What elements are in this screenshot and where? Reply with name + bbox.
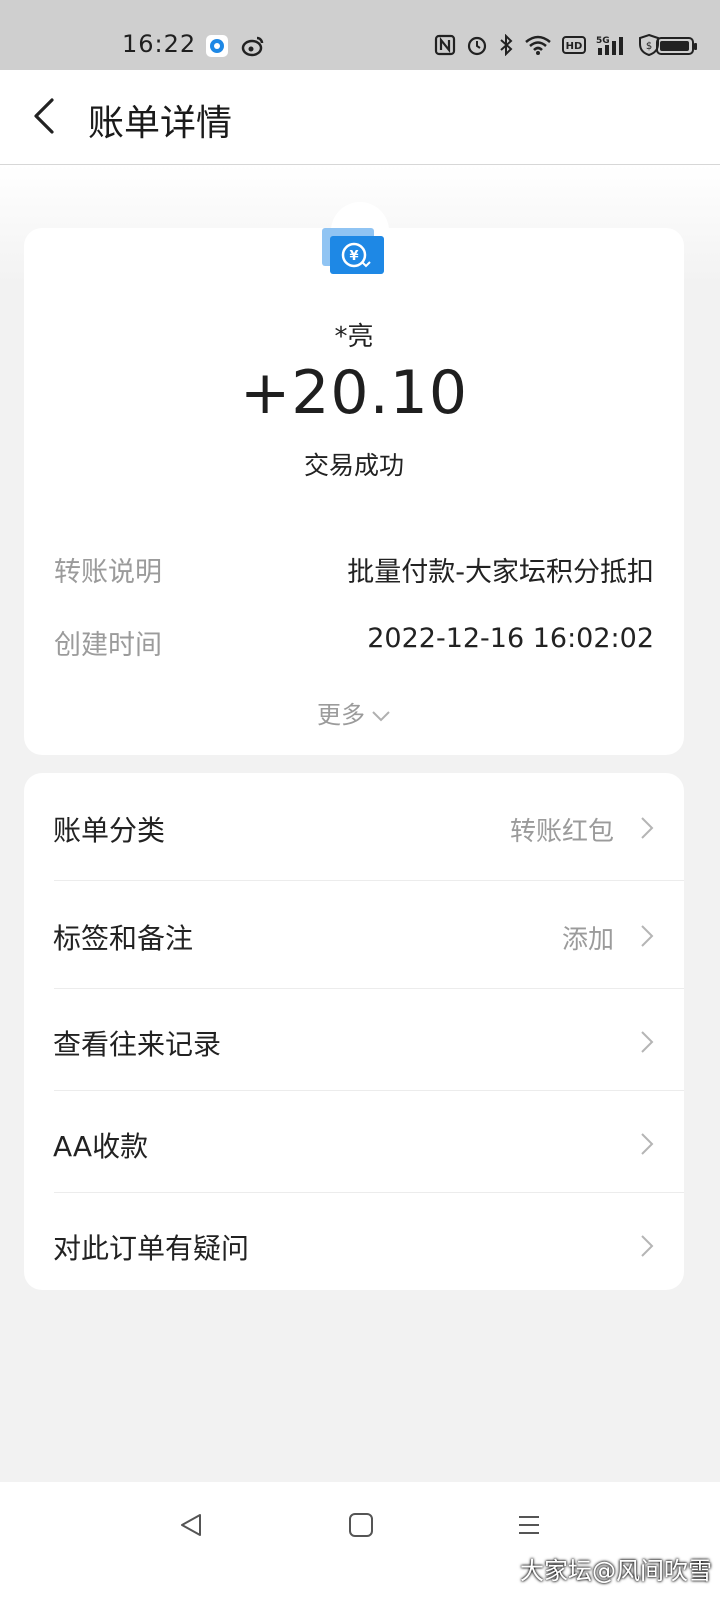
chevron-right-icon [641, 1133, 654, 1155]
action-value: 添加 [561, 925, 614, 955]
battery-icon [656, 37, 697, 55]
battery-level [660, 41, 689, 51]
row-divider [54, 1090, 684, 1091]
detail-label: 转账说明 [54, 557, 162, 588]
action-row-order-question[interactable]: 对此订单有疑问 [24, 1194, 684, 1294]
chevron-right-icon [641, 817, 654, 839]
status-right-icons: HD 5G $ [434, 33, 660, 57]
more-label: 更多 [317, 701, 365, 729]
action-label: 账单分类 [53, 814, 166, 847]
transfer-yuan-icon: ¥ [322, 228, 384, 274]
amount-value: +20.10 [239, 358, 469, 428]
action-value: 转账红包 [509, 817, 614, 847]
counterparty-name: *亮 [334, 322, 374, 352]
status-bar: 16:22 HD 5G $ [0, 0, 720, 70]
nav-back-icon[interactable] [178, 1512, 204, 1538]
detail-row-note: 转账说明 批量付款-大家坛积分抵扣 [54, 550, 654, 590]
chevron-right-icon [641, 925, 654, 947]
action-label: 对此订单有疑问 [53, 1232, 250, 1265]
summary-card: *亮 +20.10 交易成功 转账说明 批量付款-大家坛积分抵扣 创建时间 20… [24, 228, 684, 755]
detail-row-created-time: 创建时间 2022-12-16 16:02:02 [54, 623, 654, 663]
detail-value: 2022-12-16 16:02:02 [367, 623, 654, 654]
actions-card: 账单分类 转账红包 标签和备注 添加 查看往来记录 AA收款 对此订单有疑问 [24, 773, 684, 1290]
detail-value: 批量付款-大家坛积分抵扣 [347, 557, 654, 588]
chevron-down-icon [372, 711, 390, 722]
app-header: 账单详情 [0, 70, 720, 165]
app-notification-icon [206, 35, 228, 57]
more-toggle[interactable]: 更多 [24, 695, 684, 730]
action-label: 标签和备注 [53, 922, 194, 955]
transaction-status: 交易成功 [303, 451, 404, 480]
status-time: 16:22 [122, 30, 197, 58]
svg-text:$: $ [646, 41, 652, 52]
system-nav-bar: 大家坛@风间吹雪 [0, 1482, 720, 1600]
action-label: AA收款 [53, 1130, 149, 1163]
svg-text:5G: 5G [596, 36, 610, 46]
hd-icon: HD [562, 36, 586, 54]
nav-menu-icon[interactable] [516, 1512, 542, 1538]
action-row-tags-notes[interactable]: 标签和备注 添加 [24, 884, 684, 984]
wifi-icon [525, 35, 551, 55]
row-divider [54, 880, 684, 881]
chevron-left-icon[interactable] [26, 94, 70, 138]
action-row-history[interactable]: 查看往来记录 [24, 990, 684, 1090]
row-divider [54, 988, 684, 989]
action-row-bill-category[interactable]: 账单分类 转账红包 [24, 776, 684, 876]
row-divider [54, 1192, 684, 1193]
alarm-icon [467, 36, 487, 56]
nav-home-icon[interactable] [348, 1512, 374, 1538]
status-left-icons [205, 34, 265, 58]
action-row-aa-collect[interactable]: AA收款 [24, 1092, 684, 1192]
5g-signal-icon: 5G [596, 36, 623, 55]
svg-text:HD: HD [566, 41, 583, 52]
weibo-icon [241, 36, 264, 57]
bluetooth-icon [500, 34, 513, 56]
detail-label: 创建时间 [54, 630, 162, 661]
chevron-right-icon [641, 1031, 654, 1053]
svg-text:¥: ¥ [349, 249, 358, 264]
watermark: 大家坛@风间吹雪 [520, 1557, 712, 1585]
nfc-icon [434, 34, 456, 56]
page-title: 账单详情 [88, 103, 233, 144]
action-label: 查看往来记录 [53, 1028, 222, 1061]
chevron-right-icon [641, 1235, 654, 1257]
